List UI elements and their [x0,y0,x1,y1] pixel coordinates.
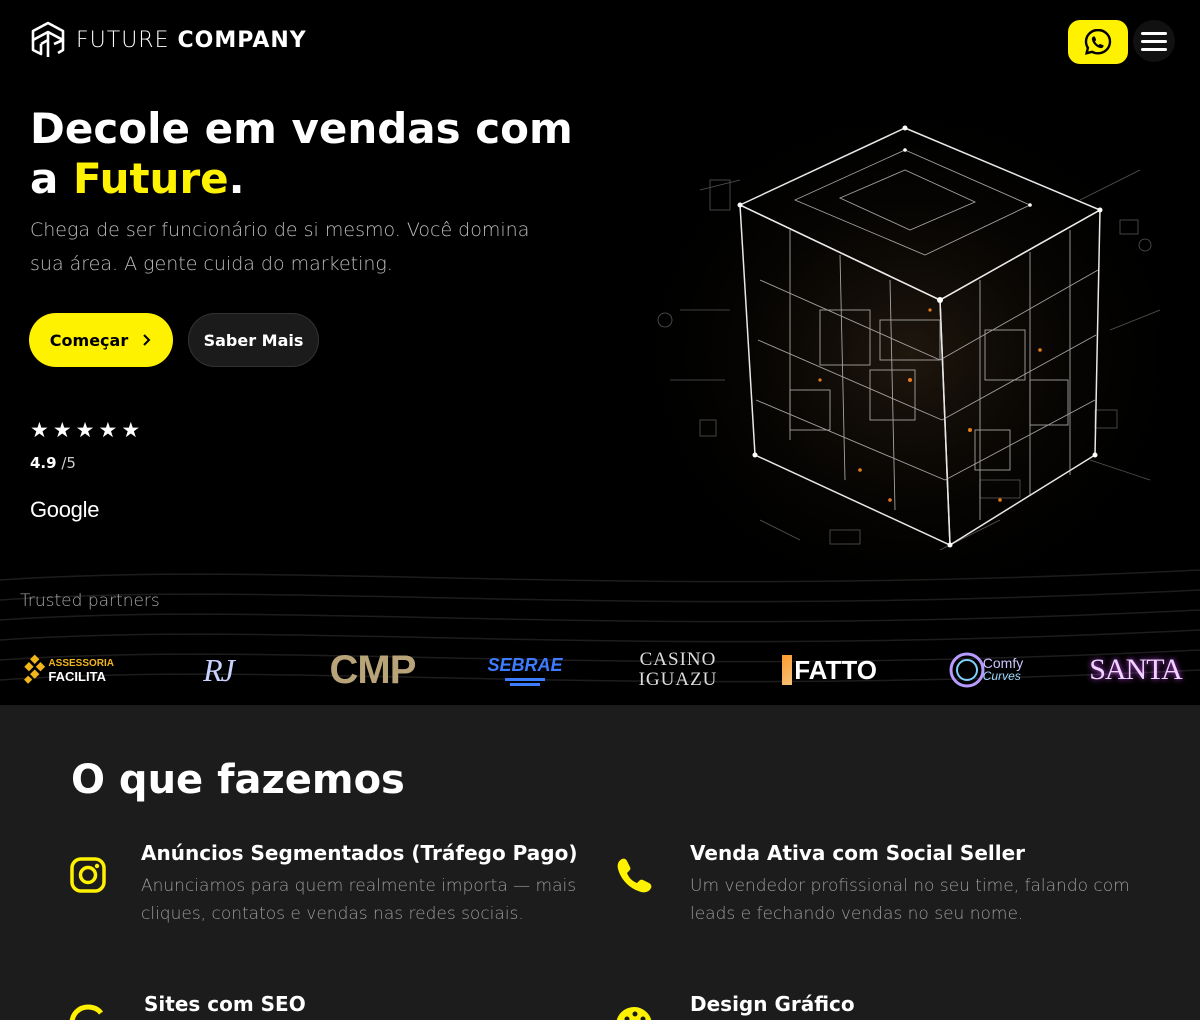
partner-text: FATTO [794,654,877,685]
logo-text-light: FUTURE [76,27,170,53]
sebrae-stripe [510,682,540,686]
whatsapp-icon [1084,28,1112,55]
fatto-mark-icon [782,655,793,685]
menu-line [1141,47,1167,51]
menu-line [1141,31,1167,35]
rating-score: 4.9 /5 [30,454,76,472]
hero-title: Decole em vendas com a Future. [30,104,630,204]
partner-text: RJ [203,651,235,688]
chevron-right-icon [143,334,151,346]
partner-logo-sebrae: SEBRAE [485,635,565,705]
service-description: Anunciamos para quem realmente importa —… [141,876,577,924]
partner-text: FACILITA [48,669,106,684]
service-title: Venda Ativa com Social Seller [690,841,1026,865]
hero-title-line1: Decole em vendas com [30,104,573,153]
learn-more-label: Saber Mais [203,330,304,350]
partner-logo-comfy-curves: Comfy Curves [935,635,1035,705]
partner-text: CASINO [639,649,717,670]
service-item-seo-sites[interactable]: Sites com SEO [144,991,584,1017]
rating-max: /5 [56,454,76,472]
palette-icon [616,1007,652,1020]
hero-subtitle: Chega de ser funcionário de si mesmo. Vo… [30,219,530,275]
trusted-partners-label: Trusted partners [20,591,160,611]
logo-text: FUTURE COMPANY [76,28,307,53]
service-description: Um vendedor profissional no seu time, fa… [690,876,1130,924]
learn-more-button[interactable]: Saber Mais [188,313,319,367]
hero-title-prefix: a [30,154,73,203]
partner-logo-assessoria-facilita: ASSESSORIA FACILITA [24,635,114,705]
rating-stars: ★ ★ ★ ★ ★ [30,418,140,442]
menu-button[interactable] [1133,20,1175,62]
star-icon: ★ [121,418,141,442]
partner-logo-fatto: FATTO [782,635,877,705]
partner-logo-rj: RJ [178,635,258,705]
partner-logo-cmp: CMP [325,635,420,705]
partner-logo-santa: SANTA [1088,635,1183,705]
hero-section: FUTURE COMPANY Decole em vendas com a Fu… [0,0,1200,705]
brand-logo[interactable]: FUTURE COMPANY [28,20,307,60]
service-item-paid-traffic[interactable]: Anúncios Segmentados (Tráfego Pago) Anun… [141,840,591,928]
partner-logo-casino-iguazu: CASINO IGUAZU [633,635,723,705]
partner-logos: ASSESSORIA FACILITA RJ CMP SEBRAE CASINO… [0,635,1200,705]
star-icon: ★ [75,418,95,442]
comfy-curves-mark-icon [949,652,985,688]
start-button[interactable]: Começar [29,313,173,367]
service-item-graphic-design[interactable]: Design Gráfico [690,991,1130,1017]
services-section: O que fazemos Anúncios Segmentados (Tráf… [0,705,1200,1020]
rating-value: 4.9 [30,454,57,472]
partner-text: CMP [329,647,417,692]
partner-text: IGUAZU [638,669,718,690]
star-icon: ★ [98,418,118,442]
logo-icon [31,21,65,57]
instagram-icon [70,857,106,893]
partner-text: SANTA [1089,653,1183,686]
hero-title-accent: Future [72,154,229,203]
star-icon: ★ [52,418,72,442]
google-logo: Google [30,497,100,522]
hero-title-suffix: . [228,154,245,203]
start-button-label: Começar [49,330,129,350]
star-icon: ★ [30,418,49,442]
phone-icon [617,858,652,893]
service-item-social-seller[interactable]: Venda Ativa com Social Seller Um vendedo… [690,840,1140,928]
google-icon [69,1004,103,1020]
partner-text: Curves [982,669,1021,683]
service-title: Design Gráfico [690,992,855,1016]
partner-text: SEBRAE [487,654,563,675]
whatsapp-button[interactable] [1068,20,1128,64]
menu-line [1141,39,1167,43]
services-title: O que fazemos [71,757,405,803]
sebrae-stripe [505,677,545,681]
cube-illustration [640,80,1180,580]
logo-text-bold: COMPANY [177,27,307,53]
service-title: Anúncios Segmentados (Tráfego Pago) [141,841,578,865]
service-title: Sites com SEO [144,992,306,1016]
assessoria-facilita-mark-icon [24,654,46,684]
